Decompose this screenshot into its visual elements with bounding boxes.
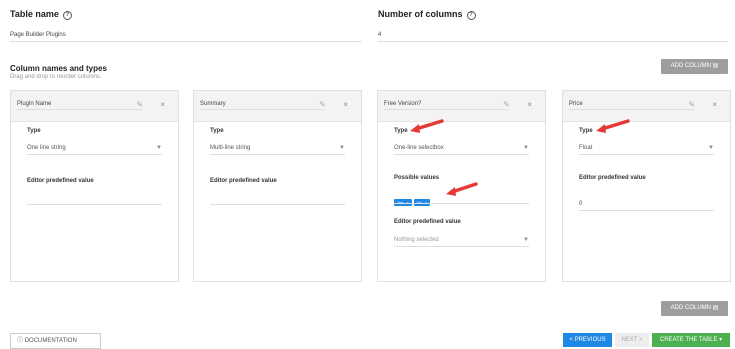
help-icon: ⓘ [17,338,24,344]
column-name-input[interactable]: Free Version? [384,101,509,110]
type-label: Type [210,128,224,134]
annotation-arrow-icon [596,119,630,133]
add-column-button-bottom[interactable]: ADD COLUMN ▤ [661,301,728,316]
add-column-button-top[interactable]: ADD COLUMN ▤ [661,59,728,74]
next-button[interactable]: NEXT > [615,333,649,347]
card-header: Summary ✎ × [194,91,361,122]
possible-values-tags: Yes × No × [394,191,432,209]
card-header: Free Version? ✎ × [378,91,545,122]
type-label: Type [579,128,593,134]
help-icon[interactable]: ? [62,11,72,20]
type-select[interactable]: Multi-line string ▼ [210,145,345,155]
add-column-icon: ▤ [712,63,719,69]
pencil-icon[interactable]: ✎ [503,100,510,109]
editor-predefined-input[interactable] [27,204,162,205]
editor-predefined-label: Editor predefined value [210,178,277,184]
previous-button[interactable]: < PREVIOUS [563,333,612,347]
editor-predefined-input[interactable] [210,204,345,205]
close-icon[interactable]: × [343,100,348,109]
close-icon[interactable]: × [527,100,532,109]
editor-predefined-input[interactable]: 0 [579,201,714,211]
num-columns-input[interactable]: 4 [378,32,728,42]
column-name-input[interactable]: Plugin Name [17,101,142,110]
type-select[interactable]: Float ▼ [579,145,714,155]
column-card-plugin-name[interactable]: Plugin Name ✎ × Type One line string ▼ Ed… [10,90,179,282]
caret-down-icon: ▼ [708,145,714,151]
column-name-input[interactable]: Price [569,101,694,110]
caret-down-icon: ▼ [339,145,345,151]
pencil-icon[interactable]: ✎ [136,100,143,109]
editor-predefined-label: Editor predefined value [579,175,646,181]
num-columns-label: Number of columns? [378,9,476,20]
annotation-arrow-icon [446,182,478,196]
column-name-input[interactable]: Summary [200,101,325,110]
editor-predefined-select[interactable]: Nothing selected ▼ [394,237,529,247]
help-icon[interactable]: ? [466,11,476,20]
caret-down-icon: ▼ [523,237,529,243]
columns-section-subtitle: Drag and drop to reorder columns. [10,74,102,80]
caret-down-icon: ▼ [156,145,162,151]
close-icon[interactable]: × [712,100,717,109]
card-header: Plugin Name ✎ × [11,91,178,122]
editor-predefined-label: Editor predefined value [394,219,461,225]
column-card-summary[interactable]: Summary ✎ × Type Multi-line string ▼ Edit… [193,90,362,282]
annotation-arrow-icon [410,119,444,133]
possible-values-input[interactable] [394,203,529,204]
table-name-label: Table name? [10,9,72,20]
close-icon[interactable]: × [160,100,165,109]
documentation-button[interactable]: ⓘ DOCUMENTATION [10,333,101,349]
type-select[interactable]: One line string ▼ [27,145,162,155]
columns-section-title: Column names and types [10,64,107,73]
create-table-button[interactable]: CREATE THE TABLE ▾ [652,333,730,347]
card-header: Price ✎ × [563,91,730,122]
type-select[interactable]: One-line selectbox ▼ [394,145,529,155]
pencil-icon[interactable]: ✎ [319,100,326,109]
editor-predefined-label: Editor predefined value [27,178,94,184]
type-label: Type [394,128,408,134]
table-name-input[interactable]: Page Builder Plugins [10,32,362,42]
pencil-icon[interactable]: ✎ [688,100,695,109]
type-label: Type [27,128,41,134]
column-card-price[interactable]: Price ✎ × Type Float ▼ Editor predefined … [562,90,731,282]
caret-down-icon: ▼ [523,145,529,151]
possible-values-label: Possible values [394,175,440,181]
add-column-icon: ▤ [712,305,719,311]
